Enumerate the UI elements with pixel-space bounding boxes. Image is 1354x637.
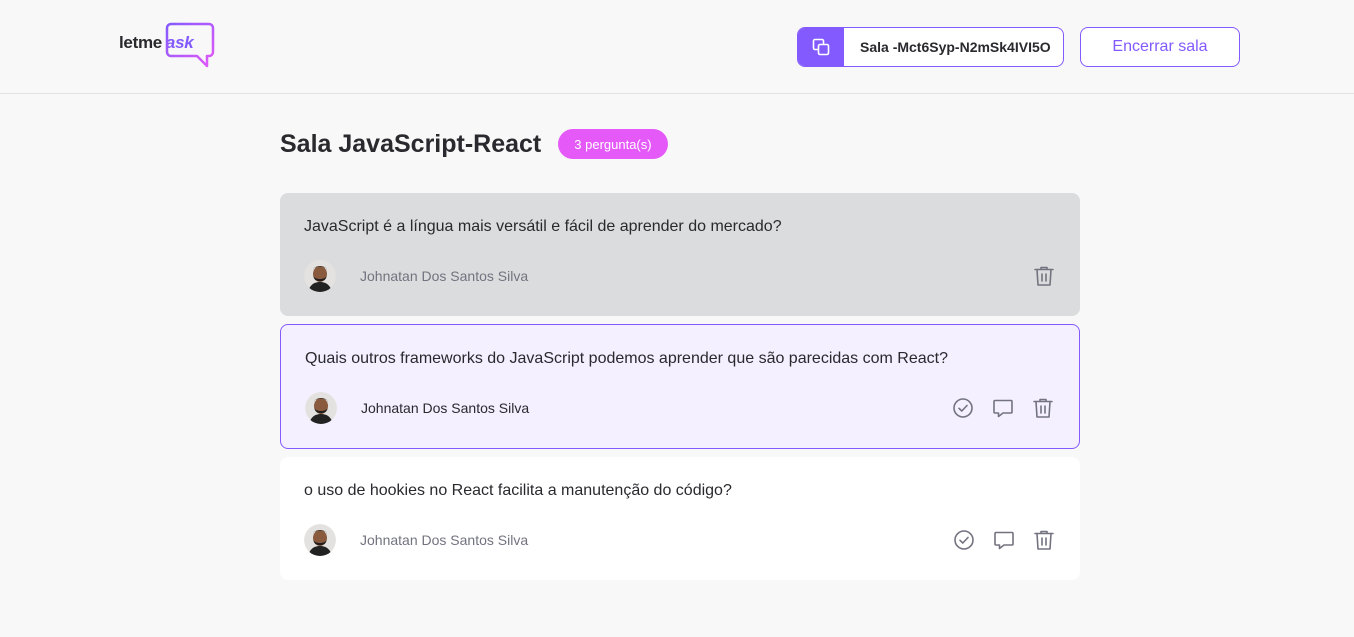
mark-answered-button[interactable] bbox=[952, 528, 976, 552]
author-name: Johnatan Dos Santos Silva bbox=[360, 532, 529, 548]
question-footer: Johnatan Dos Santos Silva bbox=[305, 392, 1055, 424]
delete-question-button[interactable] bbox=[1032, 264, 1056, 288]
room-code-copy[interactable]: Sala -Mct6Syp-N2mSk4IVI5O bbox=[797, 27, 1064, 67]
trash-icon bbox=[1034, 266, 1054, 286]
question-footer: Johnatan Dos Santos Silva bbox=[304, 260, 1056, 292]
highlight-question-button[interactable] bbox=[991, 396, 1015, 420]
chat-bubble-icon bbox=[993, 399, 1013, 418]
trash-icon bbox=[1033, 398, 1053, 418]
end-room-button[interactable]: Encerrar sala bbox=[1080, 27, 1240, 67]
question-actions bbox=[1032, 264, 1056, 288]
speech-bubble-icon bbox=[165, 22, 215, 68]
delete-question-button[interactable] bbox=[1032, 528, 1056, 552]
check-circle-icon bbox=[953, 398, 973, 418]
question-actions bbox=[951, 396, 1055, 420]
author-name: Johnatan Dos Santos Silva bbox=[360, 268, 529, 284]
avatar bbox=[304, 260, 336, 292]
trash-icon bbox=[1034, 530, 1054, 550]
question-text: Quais outros frameworks do JavaScript po… bbox=[305, 350, 948, 367]
question-text: JavaScript é a língua mais versátil e fá… bbox=[304, 218, 782, 235]
room-code-text: Sala -Mct6Syp-N2mSk4IVI5O bbox=[860, 39, 1051, 55]
question-card: JavaScript é a língua mais versátil e fá… bbox=[280, 193, 1080, 316]
question-actions bbox=[952, 528, 1056, 552]
question-card: Quais outros frameworks do JavaScript po… bbox=[280, 324, 1080, 449]
delete-question-button[interactable] bbox=[1031, 396, 1055, 420]
question-count-badge: 3 pergunta(s) bbox=[558, 129, 668, 159]
letmeask-logo[interactable]: letme ask bbox=[119, 22, 219, 70]
copy-button[interactable] bbox=[798, 28, 844, 66]
copy-icon bbox=[812, 38, 830, 56]
chat-bubble-icon bbox=[994, 531, 1014, 550]
check-circle-icon bbox=[954, 530, 974, 550]
avatar bbox=[304, 524, 336, 556]
highlight-question-button[interactable] bbox=[992, 528, 1016, 552]
question-text: o uso de hookies no React facilita a man… bbox=[304, 482, 732, 499]
author-name: Johnatan Dos Santos Silva bbox=[361, 400, 530, 416]
room-title-row: Sala JavaScript-React 3 pergunta(s) bbox=[280, 128, 668, 160]
question-card: o uso de hookies no React facilita a man… bbox=[280, 457, 1080, 580]
page-title: Sala JavaScript-React bbox=[280, 129, 542, 158]
question-footer: Johnatan Dos Santos Silva bbox=[304, 524, 1056, 556]
top-bar: letme ask Sala -Mct6Syp-N2mSk4IVI5O Encer… bbox=[0, 0, 1354, 94]
mark-answered-button[interactable] bbox=[951, 396, 975, 420]
avatar bbox=[305, 392, 337, 424]
